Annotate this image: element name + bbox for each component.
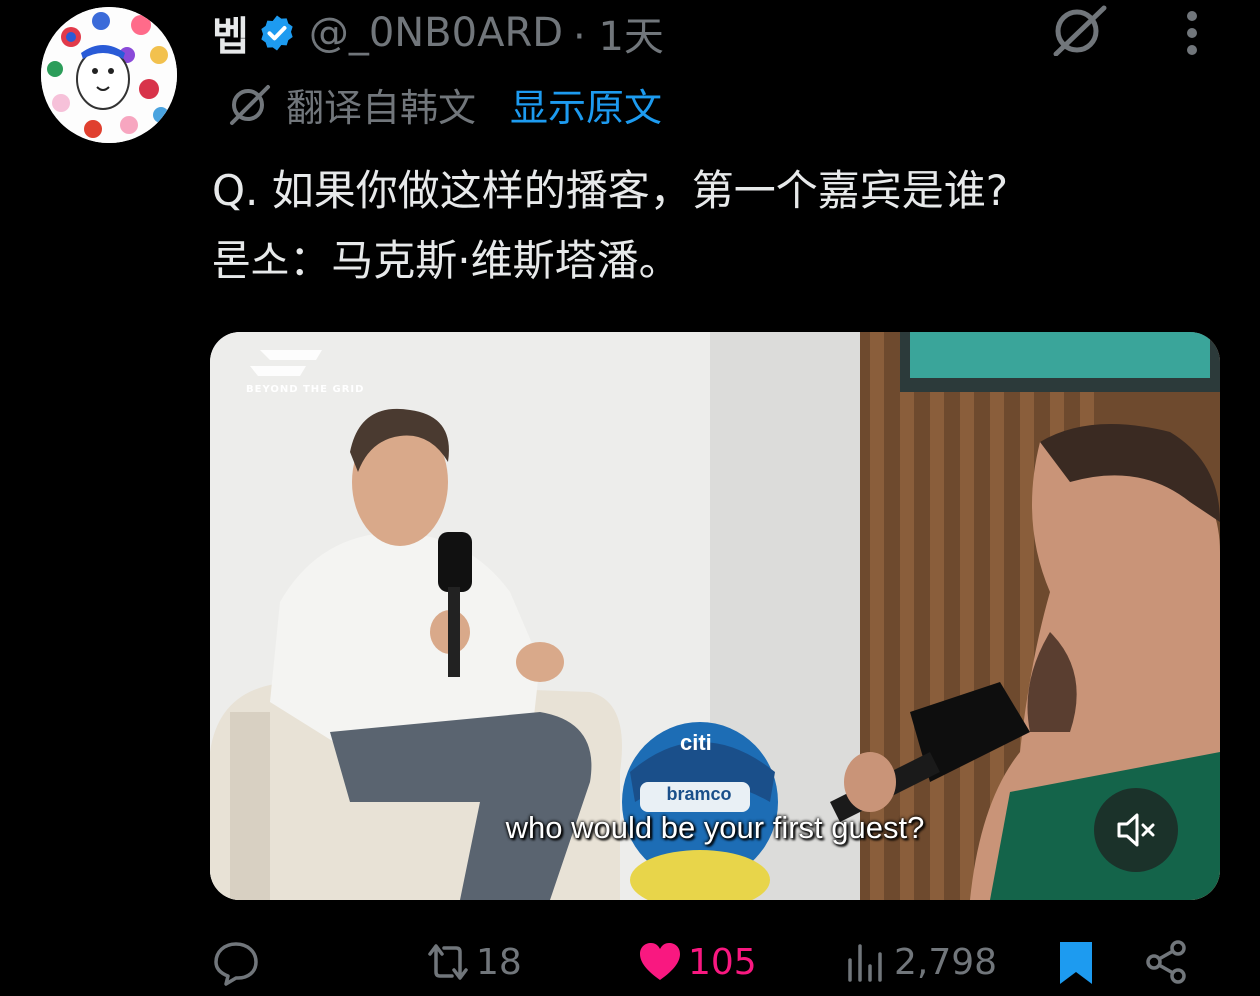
bookmark-filled-icon (1060, 942, 1092, 984)
volume-muted-icon (1117, 813, 1155, 847)
share-button[interactable] (1142, 930, 1190, 994)
translation-row: 翻译自韩文 显示原文 (226, 78, 662, 130)
tweet-actions: 18 105 2,798 (0, 930, 1260, 994)
tweet-text: Q. 如果你做这样的播客，第一个嘉宾是谁? 론소：马克斯·维斯塔潘。 (212, 166, 1009, 285)
grok-icon[interactable] (1048, 4, 1110, 56)
reply-icon (214, 942, 258, 986)
video-logo-text: BEYOND THE GRID (246, 384, 365, 395)
retweet-icon (428, 944, 468, 980)
helmet-bank-text: citi (680, 730, 712, 755)
views-button[interactable]: 2,798 (842, 930, 997, 994)
views-count: 2,798 (894, 941, 998, 983)
heart-filled-icon (640, 943, 680, 980)
tweet-video[interactable]: BEYOND THE GRID bramco citi who would be… (210, 332, 1220, 900)
like-count: 105 (688, 941, 757, 983)
verified-badge-icon (261, 15, 293, 51)
tweet-time[interactable]: · 1天 (573, 4, 664, 62)
views-chart-icon (848, 944, 882, 982)
show-original-link[interactable]: 显示原文 (510, 77, 662, 132)
translation-note: 翻译自韩文 (286, 85, 477, 130)
bookmark-button[interactable] (1052, 930, 1100, 994)
mute-button[interactable] (1094, 788, 1178, 872)
like-button[interactable]: 105 (636, 930, 757, 994)
helmet-sponsor-text: bramco (666, 784, 732, 804)
reply-button[interactable] (212, 930, 264, 994)
author-avatar[interactable] (41, 7, 177, 143)
author-handle[interactable]: @_0NB0ARD (309, 10, 563, 56)
more-options-icon[interactable] (1176, 8, 1208, 58)
share-icon (1146, 940, 1186, 984)
tweet-header: 벱 @_0NB0ARD · 1天 (212, 4, 664, 62)
author-name[interactable]: 벱 (212, 4, 249, 62)
retweet-button[interactable]: 18 (424, 930, 522, 994)
grok-translate-icon (230, 85, 270, 125)
video-subtitle: who would be your first guest? (505, 810, 925, 845)
retweet-count: 18 (476, 941, 522, 983)
avatar-illustration (41, 7, 177, 143)
